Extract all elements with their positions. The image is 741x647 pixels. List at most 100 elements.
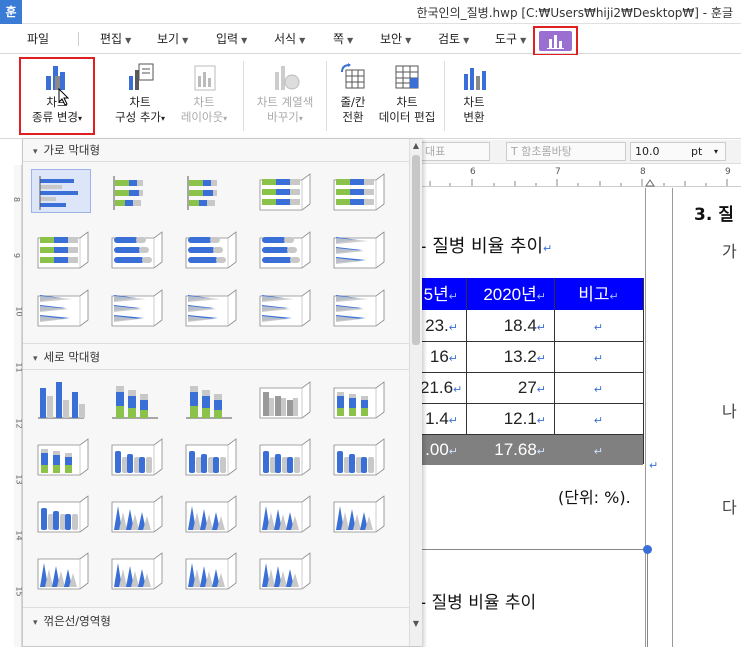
vertical-ruler[interactable]: 8 9 10 11 12 13 14 15 xyxy=(12,165,24,647)
chart-type-option[interactable] xyxy=(179,548,239,592)
table-cell[interactable]: 21.6↵ xyxy=(420,373,466,403)
chart-type-option[interactable] xyxy=(31,285,91,329)
font-select[interactable]: T 함초롬바탕 xyxy=(506,142,626,161)
table-cell[interactable]: 27↵ xyxy=(466,373,554,403)
table-cell[interactable]: 23.↵ xyxy=(420,311,466,341)
series-color-button[interactable]: 차트 계열색 바꾸기▾ xyxy=(252,58,318,136)
table-cell[interactable]: ↵ xyxy=(554,373,643,403)
table-cell[interactable]: ↵ xyxy=(554,435,643,465)
chart-type-option[interactable] xyxy=(253,227,313,271)
app-logo-icon[interactable]: 훈 xyxy=(0,0,22,24)
table-cell[interactable]: 13.2↵ xyxy=(466,342,554,372)
table-cell[interactable]: ↵ xyxy=(554,342,643,372)
chart-type-option[interactable] xyxy=(179,227,239,271)
chart-type-option[interactable] xyxy=(327,227,387,271)
chart-type-option[interactable] xyxy=(31,491,91,535)
chart-type-option[interactable] xyxy=(179,491,239,535)
swap-row-column-button[interactable]: 줄/칸 전환 xyxy=(332,58,374,136)
chevron-down-icon: ▼ xyxy=(182,36,189,45)
table-cell[interactable]: 18.4↵ xyxy=(466,311,554,341)
chevron-down-icon: ▼ xyxy=(347,36,354,45)
convert-chart-button[interactable]: 차트 변환 xyxy=(452,58,496,136)
ribbon-divider xyxy=(444,61,445,131)
chart-context-tab[interactable] xyxy=(533,26,578,56)
chart-type-option[interactable] xyxy=(105,434,165,478)
table-cell[interactable]: .00↵ xyxy=(420,435,466,465)
chart-type-option[interactable] xyxy=(179,285,239,329)
title-bar: 훈 한국인의_질병.hwp [C:₩Users₩hiji2₩Desktop₩] … xyxy=(0,0,741,24)
font-type-icon: T xyxy=(511,145,522,158)
scroll-down-icon[interactable]: ▼ xyxy=(410,617,422,631)
chart-type-option[interactable] xyxy=(179,169,239,213)
ruler-ticks xyxy=(429,179,728,187)
resize-handle[interactable] xyxy=(643,545,652,554)
table-cell[interactable]: 1.4↵ xyxy=(420,404,466,434)
chart-type-option[interactable] xyxy=(31,548,91,592)
menu-edit[interactable]: 편집 ▼ xyxy=(100,30,131,47)
table-cell[interactable]: 17.68↵ xyxy=(466,435,554,465)
style-select[interactable]: 대표 xyxy=(420,142,490,161)
menu-insert[interactable]: 입력 ▼ xyxy=(216,30,247,47)
menu-review[interactable]: 검토 ▼ xyxy=(438,30,469,47)
chart-type-option[interactable] xyxy=(105,169,165,213)
scroll-up-icon[interactable]: ▲ xyxy=(410,139,422,153)
paragraph-mark: ↵ xyxy=(649,459,659,472)
menu-format[interactable]: 서식 ▼ xyxy=(274,30,305,47)
chart-type-option[interactable] xyxy=(327,434,387,478)
gallery-section-header[interactable]: ▾ 꺾은선/영역형 xyxy=(23,611,409,631)
chart-type-option[interactable] xyxy=(105,285,165,329)
chart-type-option[interactable] xyxy=(179,377,239,421)
add-chart-component-button[interactable]: 차트 구성 추가▾ xyxy=(108,58,172,136)
table-cell[interactable]: ↵ xyxy=(554,404,643,434)
ruler-mark: 8 xyxy=(12,196,22,203)
table-cell[interactable]: 12.1↵ xyxy=(466,404,554,434)
chart-type-option[interactable] xyxy=(31,434,91,478)
chart-type-option[interactable] xyxy=(253,434,313,478)
chart-type-option[interactable] xyxy=(253,491,313,535)
chart-layout-button[interactable]: 차트 레이아웃▾ xyxy=(178,58,230,136)
chart-type-option[interactable] xyxy=(253,285,313,329)
section-divider xyxy=(23,369,409,370)
section-divider xyxy=(23,343,409,344)
table-header-cell: 비고↵ xyxy=(578,285,619,304)
menu-tools[interactable]: 도구 ▼ xyxy=(495,30,526,47)
ribbon-divider xyxy=(243,61,244,131)
chart-type-option[interactable] xyxy=(253,377,313,421)
table-cell[interactable]: 16↵ xyxy=(420,342,466,372)
chart-type-option[interactable] xyxy=(327,285,387,329)
chart-type-option[interactable] xyxy=(253,169,313,213)
edit-chart-data-button[interactable]: 차트 데이터 편집 xyxy=(376,58,438,136)
chart-layout-icon xyxy=(189,62,219,92)
font-size-input[interactable]: 10.0 pt ▾ xyxy=(630,142,726,161)
chart-type-option[interactable] xyxy=(31,227,91,271)
table-cell[interactable]: ↵ xyxy=(554,311,643,341)
chevron-down-icon: ▼ xyxy=(125,36,132,45)
chart-type-option[interactable] xyxy=(253,548,313,592)
ribbon-label: 줄/칸 xyxy=(340,95,366,109)
horizontal-ruler[interactable]: 6 7 8 9 xyxy=(420,165,741,187)
chart-title: - 질병 비율 추이 xyxy=(420,593,537,613)
scroll-thumb[interactable] xyxy=(412,155,420,345)
chart-type-option[interactable] xyxy=(327,491,387,535)
chart-type-option[interactable] xyxy=(105,227,165,271)
chevron-down-icon: ▾ xyxy=(33,147,38,157)
chart-tab-button[interactable] xyxy=(539,31,572,51)
chart-type-option[interactable] xyxy=(105,491,165,535)
ribbon-label: 변환 xyxy=(463,110,485,124)
table-edit-icon xyxy=(392,62,422,92)
chart-type-option[interactable] xyxy=(31,377,91,421)
chart-type-option[interactable] xyxy=(105,548,165,592)
chart-type-option[interactable] xyxy=(105,377,165,421)
menu-security[interactable]: 보안 ▼ xyxy=(380,30,411,47)
chart-type-option[interactable] xyxy=(31,169,91,213)
gallery-scrollbar[interactable]: ▲ ▼ xyxy=(409,139,422,646)
gallery-section-header[interactable]: ▾ 세로 막대형 xyxy=(23,347,409,367)
chevron-down-icon: ▼ xyxy=(463,36,470,45)
menu-view[interactable]: 보기 ▼ xyxy=(157,30,188,47)
chart-type-option[interactable] xyxy=(327,169,387,213)
menu-file[interactable]: 파일 xyxy=(27,30,49,47)
chart-type-option[interactable] xyxy=(327,377,387,421)
gallery-section-header[interactable]: ▾ 가로 막대형 xyxy=(23,140,409,160)
menu-page[interactable]: 쪽 ▼ xyxy=(333,30,353,47)
chart-type-option[interactable] xyxy=(179,434,239,478)
